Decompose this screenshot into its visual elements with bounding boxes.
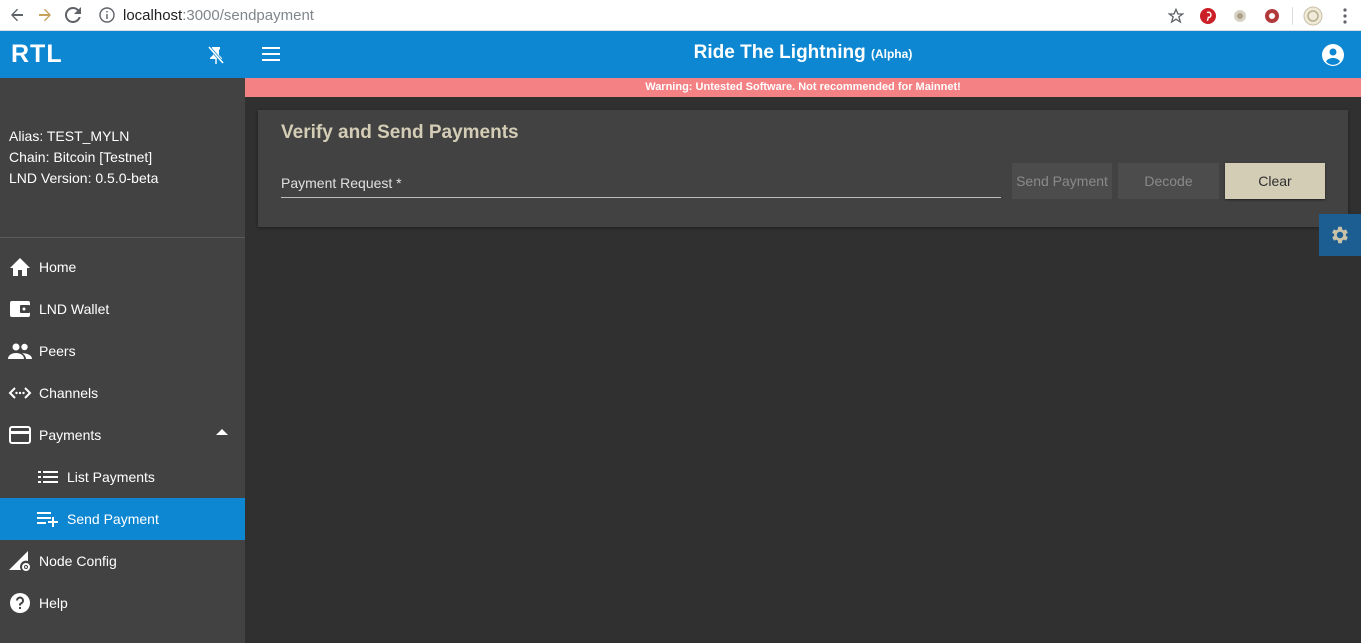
arrow-right-icon	[39, 8, 51, 22]
url-path: :3000/sendpayment	[182, 6, 314, 24]
sidebar-item-label: Peers	[39, 343, 76, 359]
pinterest-extension-icon[interactable]	[1192, 0, 1224, 31]
people-icon	[8, 339, 32, 363]
sidebar-nav: Home LND Wallet Peers Channels Payments	[0, 238, 245, 624]
site-info-icon[interactable]	[99, 7, 115, 23]
sidebar-item-payments[interactable]: Payments	[0, 414, 245, 456]
sidebar-item-label: Node Config	[39, 553, 117, 569]
sidebar-item-label: Payments	[39, 427, 102, 443]
settings-ethernet-icon	[8, 381, 32, 405]
sidebar-item-label: Home	[39, 259, 77, 275]
forward-button[interactable]	[31, 2, 59, 28]
sidebar-item-send-payment[interactable]: Send Payment	[0, 498, 245, 540]
toolbar-divider	[1292, 6, 1293, 25]
sidebar: RTL Alias: TEST_MYLN Chain: Bitcoin [Tes…	[0, 31, 245, 643]
help-icon	[8, 591, 32, 615]
app-title-text: Ride The Lightning	[693, 42, 866, 63]
address-bar[interactable]: localhost:3000/sendpayment	[123, 7, 314, 24]
arrow-left-icon	[11, 8, 23, 22]
sidebar-item-home[interactable]: Home	[0, 246, 245, 288]
sidebar-item-peers[interactable]: Peers	[0, 330, 245, 372]
top-toolbar: Ride The Lightning (Alpha)	[245, 31, 1361, 78]
send-payment-button[interactable]: Send Payment	[1012, 163, 1112, 199]
home-icon	[8, 255, 32, 279]
expand-less-icon[interactable]	[216, 429, 228, 435]
url-host: localhost	[123, 6, 183, 24]
credit-card-icon	[8, 423, 32, 447]
network-settings-icon	[8, 549, 32, 573]
account-circle-icon[interactable]	[1321, 43, 1345, 67]
sidebar-item-label: Channels	[39, 385, 99, 401]
pin-off-icon[interactable]	[205, 44, 227, 66]
sidebar-item-label: Send Payment	[67, 511, 159, 527]
sidebar-item-help[interactable]: Help	[0, 582, 245, 624]
extension-circle-icon[interactable]	[1224, 0, 1256, 31]
sidebar-item-node-config[interactable]: Node Config	[0, 540, 245, 582]
alpha-badge: (Alpha)	[870, 47, 913, 61]
send-payment-card: Verify and Send Payments Payment Request…	[258, 110, 1348, 227]
gear-icon	[1332, 226, 1348, 244]
clear-button[interactable]: Clear	[1225, 163, 1325, 199]
brand-bar: RTL	[0, 31, 245, 78]
sidebar-item-lnd-wallet[interactable]: LND Wallet	[0, 288, 245, 330]
browser-toolbar: localhost:3000/sendpayment	[0, 0, 1361, 31]
decode-button[interactable]: Decode	[1118, 163, 1219, 199]
profile-avatar-icon[interactable]	[1297, 0, 1329, 31]
reload-button[interactable]	[59, 2, 87, 28]
brand-logo: RTL	[11, 40, 63, 68]
reload-icon	[65, 7, 81, 23]
sidebar-item-label: Help	[39, 595, 68, 611]
list-icon	[36, 465, 60, 489]
node-chain: Chain: Bitcoin [Testnet]	[9, 149, 153, 165]
extension-red-icon[interactable]	[1256, 0, 1288, 31]
card-title: Verify and Send Payments	[281, 122, 519, 143]
settings-button[interactable]	[1319, 214, 1361, 256]
sidebar-item-label: List Payments	[67, 469, 155, 485]
warning-banner: Warning: Untested Software. Not recommen…	[245, 78, 1361, 97]
lnd-version: LND Version: 0.5.0-beta	[9, 170, 159, 186]
browser-menu-icon[interactable]	[1329, 0, 1361, 31]
bookmark-star-icon[interactable]	[1160, 0, 1192, 31]
sidebar-item-channels[interactable]: Channels	[0, 372, 245, 414]
playlist-add-icon	[36, 507, 60, 531]
rtl-app: RTL Alias: TEST_MYLN Chain: Bitcoin [Tes…	[0, 31, 1361, 643]
wallet-icon	[8, 297, 32, 321]
payment-request-input[interactable]: Payment Request *	[281, 168, 1001, 198]
app-title: Ride The Lightning (Alpha)	[245, 42, 1361, 64]
node-alias: Alias: TEST_MYLN	[9, 128, 130, 144]
sidebar-item-list-payments[interactable]: List Payments	[0, 456, 245, 498]
payment-request-label: Payment Request *	[281, 175, 402, 191]
back-button[interactable]	[3, 2, 31, 28]
node-info: Alias: TEST_MYLN Chain: Bitcoin [Testnet…	[0, 78, 245, 238]
sidebar-item-label: LND Wallet	[39, 301, 110, 317]
